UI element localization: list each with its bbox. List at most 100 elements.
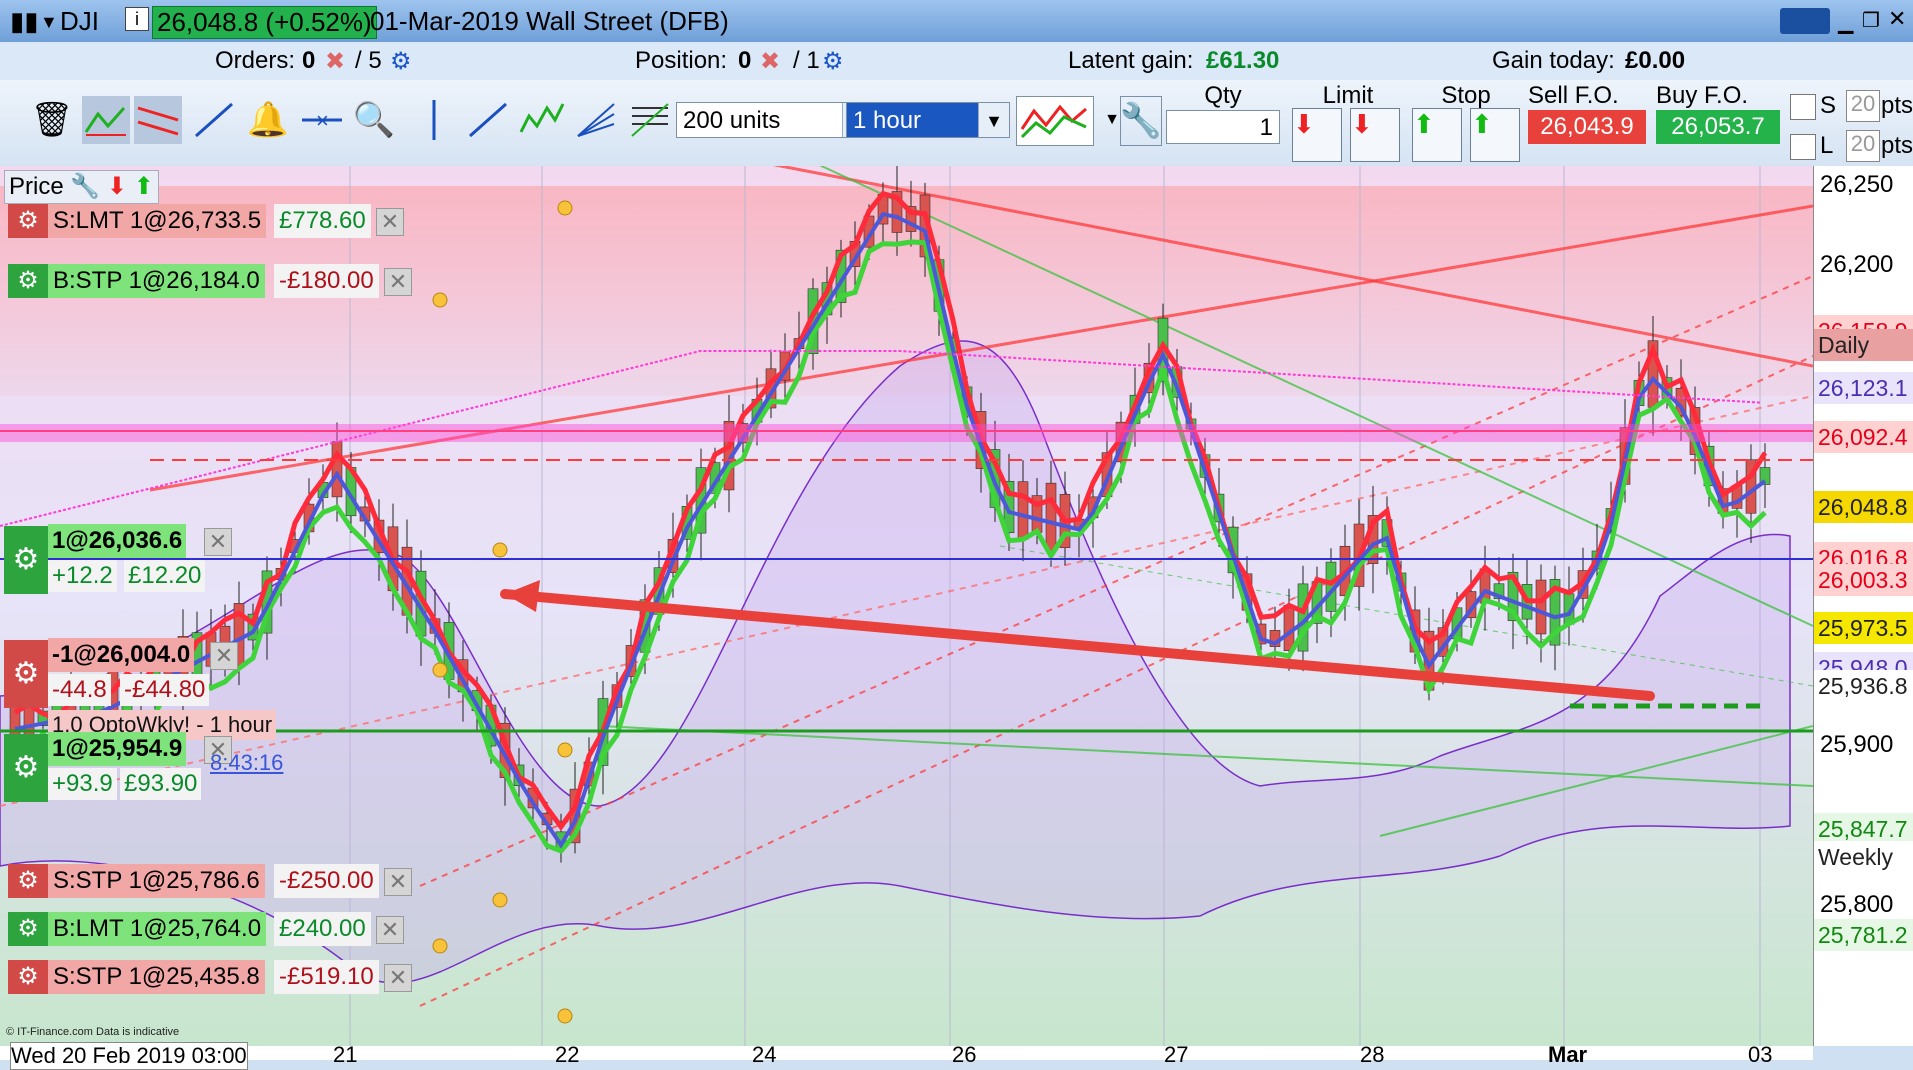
gear-icon[interactable]: ⚙ — [4, 734, 48, 802]
gear-icon[interactable]: ⚙ — [4, 526, 48, 594]
price-axis[interactable]: 26,25026,20025,90025,800 26,158.9Daily26… — [1813, 166, 1913, 1046]
info-bar: Orders: 0 ✖ / 5 ⚙ Position: 0 ✖ / 1 ⚙ La… — [0, 42, 1913, 81]
close-position-icon[interactable]: ✖ — [760, 47, 780, 76]
close-icon[interactable]: ✕ — [384, 868, 412, 896]
order-label: S:STP 1@25,786.6 — [48, 864, 265, 898]
price-tag: 26,123.1 — [1814, 372, 1913, 405]
ray-icon[interactable] — [464, 96, 512, 144]
keyboard-icon[interactable] — [1780, 8, 1830, 34]
time-axis-label: Mar — [1548, 1042, 1588, 1067]
timeframe-select[interactable]: 1 hour ▼ — [846, 102, 1010, 138]
sell-arrow-icon[interactable]: ⬇ — [107, 173, 127, 200]
latent-gain-value: £61.30 — [1206, 47, 1280, 74]
units-select[interactable]: 200 units ▼ — [676, 102, 874, 138]
price-tag: 25,781.2 — [1814, 919, 1913, 952]
gear-icon[interactable]: ⚙ — [8, 204, 48, 238]
line-tool-icon[interactable] — [190, 96, 238, 144]
position-pnl: £93.90 — [120, 768, 202, 800]
horizontal-line-icon[interactable]: × — [298, 96, 346, 144]
trash-icon[interactable]: 🗑 — [28, 96, 76, 144]
timeframe-select-value: 1 hour — [853, 107, 922, 134]
gear-icon[interactable]: ⚙ — [8, 912, 48, 946]
buy-arrow-icon[interactable]: ⬆ — [134, 173, 154, 200]
close-icon[interactable]: ✕ — [376, 916, 404, 944]
time-axis-label: 26 — [952, 1042, 977, 1067]
minimize-icon[interactable]: ▁ — [1838, 10, 1853, 35]
price-tag: 26,092.4 — [1814, 421, 1913, 454]
position-total: / 1 — [793, 47, 820, 74]
price-tag: 25,847.7 — [1814, 812, 1913, 845]
indicators-icon[interactable] — [1016, 96, 1094, 146]
chart-canvas[interactable] — [0, 166, 1813, 1046]
order-pnl: -£250.00 — [274, 864, 379, 898]
alert-bell-icon[interactable]: 🔔 — [244, 96, 292, 144]
buy-price-button[interactable]: 26,053.7 — [1656, 110, 1780, 144]
position-pnl: £12.20 — [124, 560, 206, 592]
price-tag: 26,003.3 — [1814, 563, 1913, 596]
info-icon[interactable]: i — [125, 7, 149, 31]
restore-icon[interactable]: ❐ — [1862, 8, 1880, 33]
close-icon[interactable]: ✕ — [376, 208, 404, 236]
stop-checkbox[interactable] — [1790, 94, 1816, 120]
chevron-down-icon[interactable]: ▼ — [978, 103, 1009, 137]
qty-input[interactable]: 1 — [1166, 110, 1280, 144]
candlestick-icon[interactable]: ▮▮ — [10, 6, 39, 37]
price-change-badge: 26,048.8 (+0.52%) — [152, 6, 377, 39]
close-position-icon[interactable]: ✕ — [204, 528, 232, 556]
stop-buy-button[interactable]: ⬆ — [1412, 108, 1462, 162]
price-chart[interactable]: Price 🔧 ⬇ ⬆ ⚙ S:LMT 1@26,733.5 £778.60 ✕… — [0, 166, 1813, 1046]
position-pnl-pts: +12.2 — [48, 560, 117, 592]
order-label: S:LMT 1@26,733.5 — [48, 204, 267, 238]
price-label: Price — [9, 173, 64, 200]
position-label: -1@26,004.0 — [48, 638, 195, 672]
order-label: B:STP 1@26,184.0 — [48, 264, 265, 298]
close-icon[interactable]: ✕ — [1888, 6, 1906, 32]
gear-icon[interactable]: ⚙ — [8, 960, 48, 994]
vertical-line-icon[interactable] — [410, 96, 458, 144]
wrench-icon[interactable]: 🔧 — [70, 173, 100, 200]
sell-price-button[interactable]: 26,043.9 — [1528, 110, 1646, 144]
fan-icon[interactable] — [572, 96, 620, 144]
stop-sell-button[interactable]: ⬆ — [1470, 108, 1520, 162]
zoom-icon[interactable]: 🔍 — [350, 96, 398, 144]
gear-icon[interactable]: ⚙ — [8, 864, 48, 898]
cancel-orders-icon[interactable]: ✖ — [325, 47, 345, 76]
wrench-icon[interactable]: 🔧 — [1120, 96, 1162, 146]
time-axis[interactable]: Wed 20 Feb 2019 03:00 21 22 24 26 27 28 … — [0, 1042, 1813, 1070]
limit-buy-button[interactable]: ⬇ — [1350, 108, 1400, 162]
drawing-handle — [557, 742, 573, 758]
candle-body — [1017, 481, 1029, 540]
close-position-icon[interactable]: ✕ — [210, 642, 238, 670]
buy-arrow-icon: ⬆ — [1471, 109, 1493, 139]
position-pnl: -£44.80 — [120, 674, 210, 706]
position-pnl-pts: -44.8 — [48, 674, 111, 706]
symbol-label: DJI — [60, 6, 99, 36]
l-pts-input[interactable]: 20 — [1846, 130, 1880, 162]
s-pts-input[interactable]: 20 — [1846, 90, 1880, 122]
candle-body — [1535, 579, 1547, 635]
channel-draw-icon[interactable] — [134, 96, 182, 144]
orders-gear-icon[interactable]: ⚙ — [390, 47, 412, 76]
sell-fo-label: Sell F.O. — [1528, 82, 1619, 109]
trendline-draw-icon[interactable] — [82, 96, 130, 144]
close-icon[interactable]: ✕ — [384, 268, 412, 296]
order-label: B:LMT 1@25,764.0 — [48, 912, 267, 946]
s-label: S — [1820, 92, 1837, 119]
qty-label: Qty — [1204, 82, 1242, 109]
time-axis-label: 27 — [1164, 1042, 1189, 1067]
footer-note: © IT-Finance.com Data is indicative — [6, 1026, 180, 1038]
wave-icon[interactable] — [518, 96, 566, 144]
fibonacci-icon[interactable] — [626, 96, 674, 144]
limit-sell-button[interactable]: ⬇ — [1292, 108, 1342, 162]
orders-value: 0 — [302, 47, 316, 74]
limit-checkbox[interactable] — [1790, 134, 1816, 160]
buy-arrow-icon: ⬆ — [1413, 109, 1435, 139]
gear-icon[interactable]: ⚙ — [4, 640, 48, 708]
latent-gain-label: Latent gain: — [1068, 47, 1194, 74]
position-gear-icon[interactable]: ⚙ — [822, 47, 844, 76]
drawing-handle — [492, 542, 508, 558]
chevron-down-icon[interactable]: ▼ — [40, 12, 58, 33]
close-icon[interactable]: ✕ — [384, 964, 412, 992]
gear-icon[interactable]: ⚙ — [8, 264, 48, 298]
price-panel-label: Price 🔧 ⬇ ⬆ — [4, 170, 159, 204]
